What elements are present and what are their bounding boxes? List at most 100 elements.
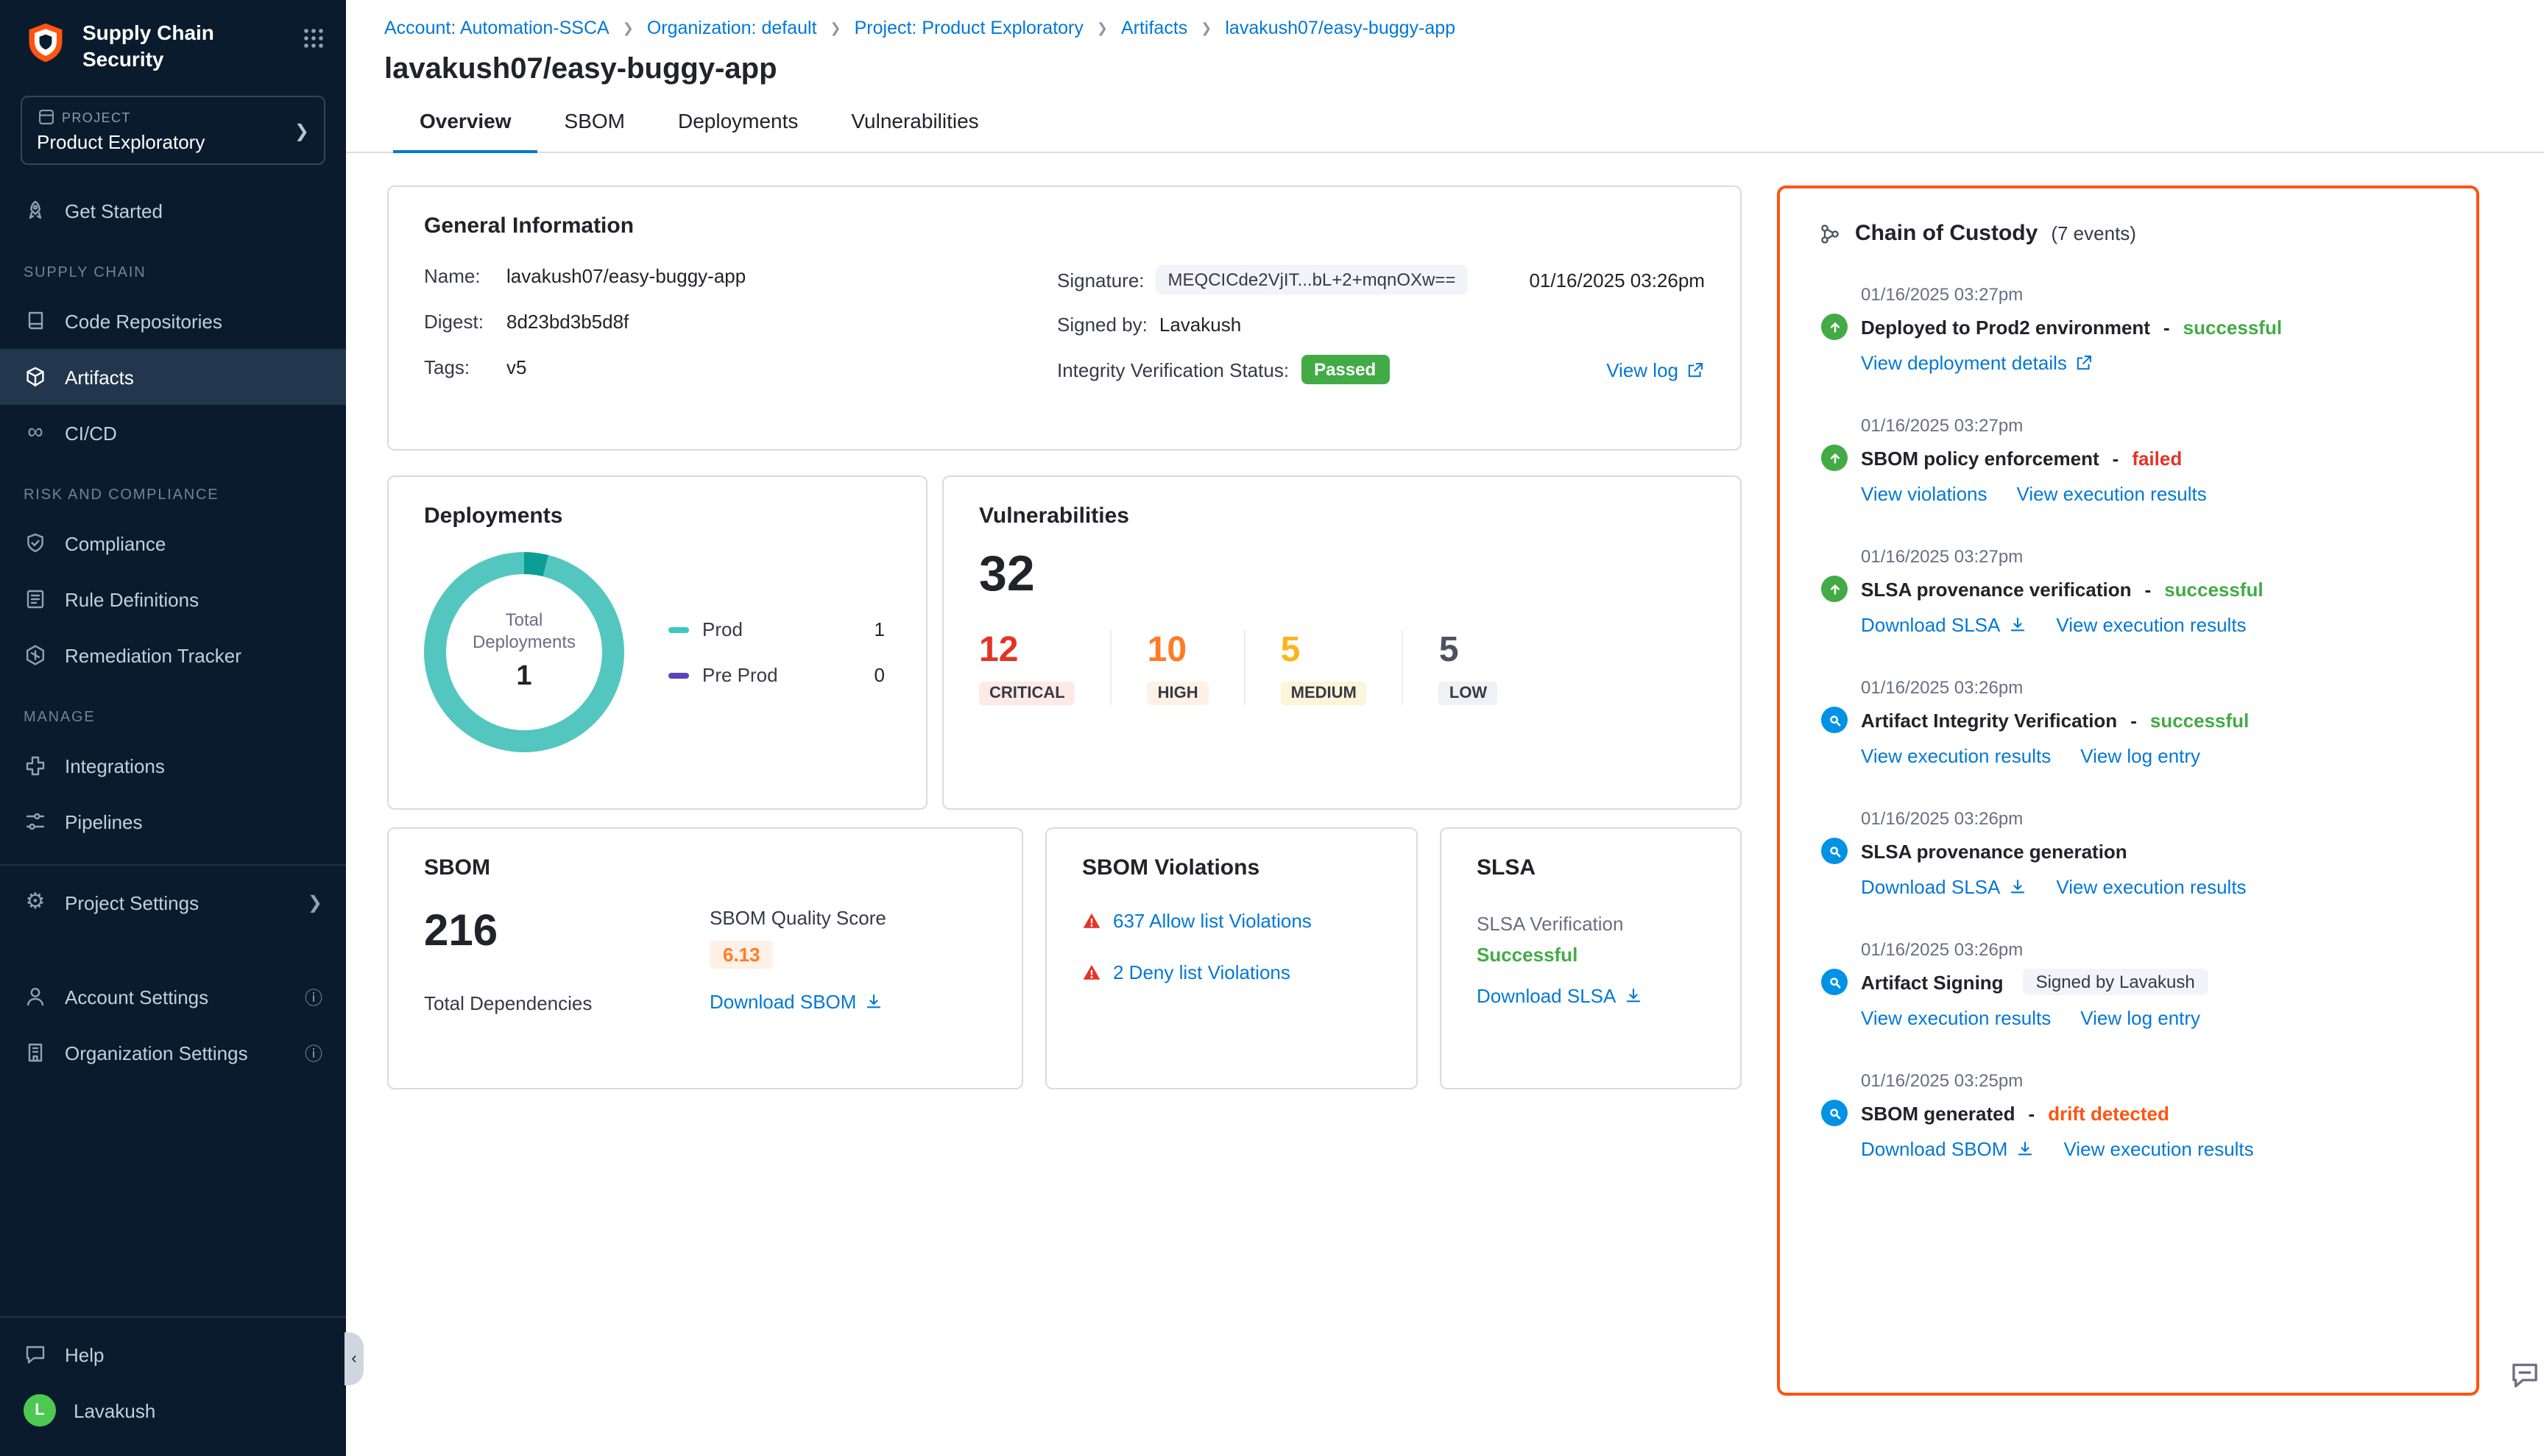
sidebar-item-integrations[interactable]: Integrations bbox=[0, 738, 346, 794]
sidebar-collapse-handle[interactable]: ‹ bbox=[344, 1332, 364, 1385]
event-title: SBOM policy enforcement bbox=[1861, 447, 2099, 469]
view-execution-results-link[interactable]: View execution results bbox=[2056, 876, 2246, 898]
sidebar: Supply Chain Security PROJECT Product Ex… bbox=[0, 0, 346, 1456]
breadcrumb-artifacts[interactable]: Artifacts bbox=[1121, 18, 1187, 38]
pre-prod-color-swatch bbox=[668, 672, 689, 678]
help-widget-icon[interactable] bbox=[2509, 1359, 2541, 1399]
rules-list-icon bbox=[24, 587, 47, 611]
sidebar-item-remediation-tracker[interactable]: Remediation Tracker bbox=[0, 627, 346, 683]
sidebar-item-compliance[interactable]: Compliance bbox=[0, 515, 346, 571]
severity-breakdown: 12 CRITICAL 10 HIGH 5 MEDIUM bbox=[979, 630, 1705, 705]
project-selector-label: PROJECT bbox=[37, 107, 205, 127]
breadcrumb-account[interactable]: Account: Automation-SSCA bbox=[384, 18, 610, 38]
download-sbom-link[interactable]: Download SBOM bbox=[1861, 1138, 2034, 1160]
tab-deployments[interactable]: Deployments bbox=[651, 109, 824, 152]
tab-overview[interactable]: Overview bbox=[393, 109, 538, 153]
sidebar-item-organization-settings[interactable]: Organization Settings ⓘ bbox=[0, 1025, 346, 1081]
view-log-link[interactable]: View log bbox=[1606, 358, 1705, 381]
donut-total-value: 1 bbox=[465, 660, 583, 696]
sidebar-item-code-repositories[interactable]: Code Repositories bbox=[0, 293, 346, 349]
signing-icon bbox=[1821, 969, 1848, 995]
download-slsa-link[interactable]: Download SLSA bbox=[1477, 985, 1642, 1007]
chain-of-custody-title: Chain of Custody bbox=[1855, 221, 2038, 246]
view-deployment-details-link[interactable]: View deployment details bbox=[1861, 352, 2094, 374]
event-status: drift detected bbox=[2048, 1102, 2169, 1124]
scan-icon bbox=[1821, 707, 1848, 733]
chain-event: 01/16/2025 03:26pm SLSA provenance gener… bbox=[1821, 808, 2438, 898]
card-title: General Information bbox=[424, 213, 1705, 238]
view-execution-results-link[interactable]: View execution results bbox=[2056, 614, 2246, 636]
card-title: Deployments bbox=[424, 503, 891, 529]
sidebar-item-get-started[interactable]: Get Started bbox=[0, 183, 346, 238]
chevron-right-icon: ❯ bbox=[1201, 20, 1212, 36]
legend-item-prod: Prod 1 bbox=[668, 618, 885, 640]
sidebar-item-rule-definitions[interactable]: Rule Definitions bbox=[0, 571, 346, 627]
tab-sbom[interactable]: SBOM bbox=[538, 109, 651, 152]
digest-value: 8d23bd3b5d8f bbox=[506, 311, 629, 333]
integrity-status-label: Integrity Verification Status: bbox=[1057, 358, 1289, 381]
severity-low: 5 LOW bbox=[1402, 630, 1533, 705]
deny-list-violations-link[interactable]: 2 Deny list Violations bbox=[1113, 961, 1290, 983]
sbom-quality-score-value: 6.13 bbox=[710, 941, 774, 969]
breadcrumb-project[interactable]: Project: Product Exploratory bbox=[855, 18, 1084, 38]
chevron-right-icon: ❯ bbox=[1097, 20, 1108, 36]
view-execution-results-link[interactable]: View execution results bbox=[2017, 483, 2207, 505]
sidebar-item-user-profile[interactable]: L Lavakush bbox=[0, 1382, 346, 1438]
sidebar-item-pipelines[interactable]: Pipelines bbox=[0, 794, 346, 849]
event-time: 01/16/2025 03:26pm bbox=[1861, 677, 2438, 698]
verification-icon bbox=[1821, 576, 1848, 602]
project-selector-value: Product Exploratory bbox=[37, 131, 205, 153]
view-log-entry-link[interactable]: View log entry bbox=[2080, 745, 2200, 767]
card-title: SLSA bbox=[1477, 855, 1705, 880]
brand-title: Supply Chain Security bbox=[82, 21, 236, 72]
deployments-legend: Prod 1 Pre Prod 0 bbox=[668, 618, 891, 686]
view-execution-results-link[interactable]: View execution results bbox=[2063, 1138, 2253, 1160]
download-slsa-link[interactable]: Download SLSA bbox=[1861, 614, 2027, 636]
sidebar-item-help[interactable]: Help bbox=[0, 1326, 346, 1382]
event-status: successful bbox=[2183, 316, 2282, 338]
sidebar-item-label: CI/CD bbox=[65, 422, 117, 444]
rocket-icon bbox=[24, 199, 47, 222]
view-violations-link[interactable]: View violations bbox=[1861, 483, 1988, 505]
sbom-violations-card: SBOM Violations 637 Allow list Violation… bbox=[1045, 827, 1418, 1089]
breadcrumb-organization[interactable]: Organization: default bbox=[647, 18, 817, 38]
breadcrumb-artifact-name[interactable]: lavakush07/easy-buggy-app bbox=[1225, 18, 1455, 38]
download-icon bbox=[2007, 615, 2027, 635]
download-slsa-link[interactable]: Download SLSA bbox=[1861, 876, 2027, 898]
vulnerabilities-card: Vulnerabilities 32 12 CRITICAL 10 HIGH bbox=[942, 476, 1742, 810]
sidebar-item-account-settings[interactable]: Account Settings ⓘ bbox=[0, 969, 346, 1025]
sbom-quality-score-label: SBOM Quality Score bbox=[710, 907, 886, 929]
download-sbom-link[interactable]: Download SBOM bbox=[710, 991, 883, 1013]
chain-event: 01/16/2025 03:27pm Deployed to Prod2 env… bbox=[1821, 284, 2438, 374]
deployments-card: Deployments Total Deployments 1 bbox=[387, 476, 928, 810]
module-grid-icon[interactable] bbox=[302, 26, 325, 50]
warning-icon bbox=[1082, 911, 1101, 930]
deployment-icon bbox=[1821, 314, 1848, 340]
sidebar-item-cicd[interactable]: ∞ CI/CD bbox=[0, 405, 346, 461]
general-information-card: General Information Name:lavakush07/easy… bbox=[387, 185, 1742, 450]
chain-event: 01/16/2025 03:25pm SBOM generated - drif… bbox=[1821, 1070, 2438, 1160]
sidebar-divider bbox=[0, 864, 346, 866]
sbom-total-label: Total Dependencies bbox=[424, 992, 710, 1014]
external-link-icon bbox=[2074, 353, 2094, 372]
repository-icon bbox=[24, 309, 47, 333]
allow-list-violations-link[interactable]: 637 Allow list Violations bbox=[1113, 910, 1312, 932]
download-icon bbox=[1623, 986, 1642, 1006]
sbom-generated-icon bbox=[1821, 1100, 1848, 1126]
tab-vulnerabilities[interactable]: Vulnerabilities bbox=[824, 109, 1005, 152]
main-area: Account: Automation-SSCA ❯ Organization:… bbox=[346, 0, 2544, 1456]
warning-icon bbox=[1082, 963, 1101, 982]
project-selector[interactable]: PROJECT Product Exploratory ❯ bbox=[21, 96, 325, 165]
sidebar-item-artifacts[interactable]: Artifacts bbox=[0, 349, 346, 405]
event-time: 01/16/2025 03:26pm bbox=[1861, 939, 2438, 960]
tags-value: v5 bbox=[506, 356, 526, 378]
view-execution-results-link[interactable]: View execution results bbox=[1861, 1007, 2051, 1029]
digest-label: Digest: bbox=[424, 311, 506, 333]
sbom-card: SBOM 216 Total Dependencies SBOM Quality… bbox=[387, 827, 1023, 1089]
sidebar-item-project-settings[interactable]: ⚙ Project Settings ❯ bbox=[0, 874, 346, 930]
signed-by-value: Lavakush bbox=[1159, 314, 1241, 336]
view-execution-results-link[interactable]: View execution results bbox=[1861, 745, 2051, 767]
external-link-icon bbox=[1686, 360, 1705, 379]
shield-check-icon bbox=[24, 531, 47, 555]
view-log-entry-link[interactable]: View log entry bbox=[2080, 1007, 2200, 1029]
